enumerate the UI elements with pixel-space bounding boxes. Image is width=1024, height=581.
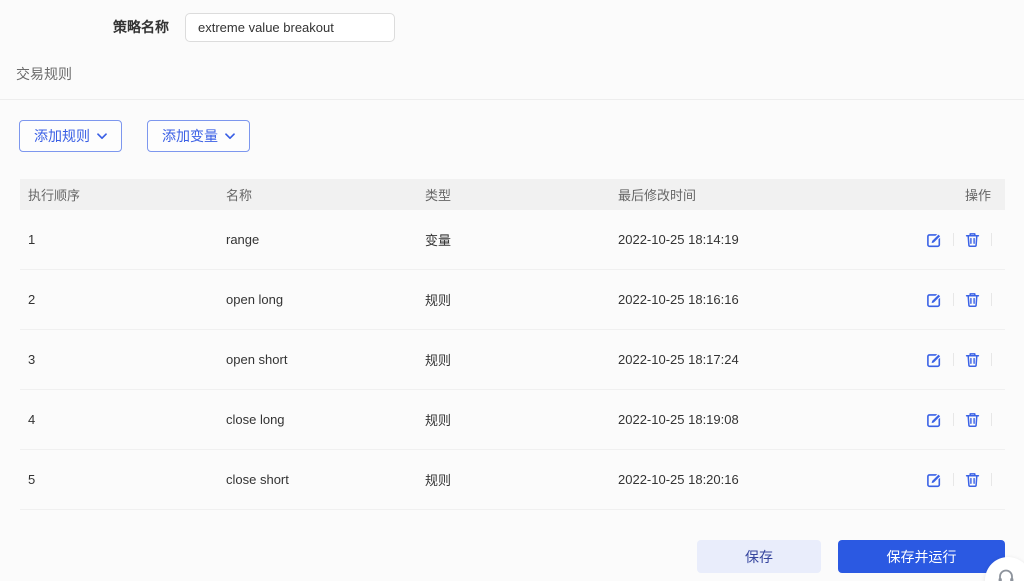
cell-actions (885, 471, 1005, 488)
cell-exec-order: 3 (28, 352, 36, 367)
rules-table: 执行顺序 名称 类型 最后修改时间 操作 1 range 变量 2022-10-… (20, 179, 1005, 510)
save-and-run-button[interactable]: 保存并运行 (838, 540, 1005, 573)
header-modified: 最后修改时间 (618, 188, 697, 203)
footer-actions: 保存 保存并运行 (0, 540, 1005, 573)
edit-icon[interactable] (926, 411, 942, 428)
trash-icon[interactable] (965, 352, 980, 368)
add-rule-button[interactable]: 添加规则 (19, 120, 122, 152)
trash-icon[interactable] (965, 232, 980, 248)
edit-icon[interactable] (926, 231, 942, 248)
cell-actions (885, 291, 1005, 308)
action-divider (991, 293, 992, 306)
table-header-row: 执行顺序 名称 类型 最后修改时间 操作 (20, 179, 1005, 210)
save-button[interactable]: 保存 (697, 540, 821, 573)
cell-type: 规则 (425, 293, 452, 308)
cell-modified: 2022-10-25 18:16:16 (618, 292, 739, 307)
add-variable-button[interactable]: 添加变量 (147, 120, 250, 152)
strategy-name-input[interactable] (185, 12, 395, 42)
add-variable-label: 添加变量 (162, 128, 218, 144)
cell-type: 规则 (425, 413, 452, 428)
cell-type: 规则 (425, 353, 452, 368)
table-row: 5 close short 规则 2022-10-25 18:20:16 (20, 450, 1005, 510)
cell-actions (885, 351, 1005, 368)
action-divider (991, 473, 992, 486)
cell-name: open short (226, 352, 288, 367)
table-row: 3 open short 规则 2022-10-25 18:17:24 (20, 330, 1005, 390)
header-actions: 操作 (964, 188, 991, 203)
strategy-name-label: 策略名称 (113, 19, 169, 35)
cell-modified: 2022-10-25 18:20:16 (618, 472, 739, 487)
action-divider (953, 473, 954, 486)
header-name: 名称 (226, 188, 253, 203)
action-divider (953, 353, 954, 366)
cell-modified: 2022-10-25 18:19:08 (618, 412, 739, 427)
section-divider (0, 99, 1024, 100)
cell-type: 变量 (425, 233, 452, 248)
strategy-name-form: 策略名称 (113, 12, 1024, 42)
cell-exec-order: 1 (28, 232, 36, 247)
section-title-trading-rules: 交易规则 (16, 66, 72, 82)
cell-name: open long (226, 292, 284, 307)
action-divider (953, 413, 954, 426)
cell-modified: 2022-10-25 18:14:19 (618, 232, 739, 247)
edit-icon[interactable] (926, 351, 942, 368)
action-divider (991, 233, 992, 246)
cell-name: range (226, 232, 260, 247)
action-divider (991, 353, 992, 366)
add-rule-label: 添加规则 (34, 128, 90, 144)
table-body: 1 range 变量 2022-10-25 18:14:19 2 open lo… (20, 210, 1005, 510)
trash-icon[interactable] (965, 412, 980, 428)
toolbar: 添加规则 添加变量 (19, 120, 1024, 152)
edit-icon[interactable] (926, 471, 942, 488)
chevron-down-icon (225, 133, 235, 140)
trash-icon[interactable] (965, 472, 980, 488)
table-row: 2 open long 规则 2022-10-25 18:16:16 (20, 270, 1005, 330)
cell-name: close short (226, 472, 289, 487)
action-divider (991, 413, 992, 426)
table-row: 1 range 变量 2022-10-25 18:14:19 (20, 210, 1005, 270)
edit-icon[interactable] (926, 291, 942, 308)
cell-exec-order: 2 (28, 292, 36, 307)
cell-actions (885, 411, 1005, 428)
action-divider (953, 233, 954, 246)
cell-exec-order: 5 (28, 472, 36, 487)
header-type: 类型 (425, 188, 452, 203)
cell-modified: 2022-10-25 18:17:24 (618, 352, 739, 367)
header-exec-order: 执行顺序 (28, 188, 81, 203)
cell-type: 规则 (425, 473, 452, 488)
trash-icon[interactable] (965, 292, 980, 308)
chevron-down-icon (97, 133, 107, 140)
action-divider (953, 293, 954, 306)
cell-exec-order: 4 (28, 412, 36, 427)
table-row: 4 close long 规则 2022-10-25 18:19:08 (20, 390, 1005, 450)
cell-actions (885, 231, 1005, 248)
cell-name: close long (226, 412, 285, 427)
